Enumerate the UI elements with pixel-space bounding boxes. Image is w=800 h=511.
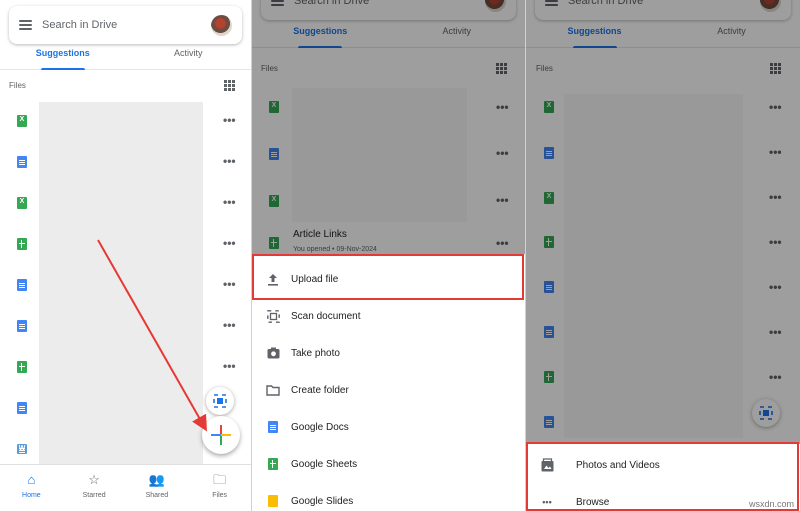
upload-menu-panel: Search in Drive Suggestions Activity Fil… [526, 0, 800, 511]
folder-icon: 🗀 [213, 472, 227, 487]
watermark: wsxdn.com [748, 499, 794, 509]
modal-scrim[interactable] [526, 0, 800, 444]
nav-starred[interactable]: ☆ Starred [63, 465, 126, 511]
highlight-upload-file [252, 254, 524, 300]
nav-files[interactable]: 🗀 Files [188, 465, 251, 511]
google-sheets-icon [266, 457, 280, 471]
menu-item-google-docs[interactable]: Google Docs [252, 409, 525, 445]
folder-icon [266, 383, 280, 397]
menu-item-google-slides[interactable]: Google Slides [252, 483, 525, 511]
shared-icon: 👥 [148, 472, 165, 487]
menu-item-scan-document[interactable]: Scan document [252, 298, 525, 334]
drive-home-panel: Search in Drive Suggestions Activity Fil… [0, 0, 251, 511]
modal-scrim[interactable] [252, 0, 525, 254]
red-arrow-annotation [97, 239, 207, 432]
google-docs-icon [266, 420, 280, 434]
bottom-navigation: ⌂ Home ☆ Starred 👥 Shared 🗀 Files [0, 464, 251, 511]
menu-item-take-photo[interactable]: Take photo [252, 335, 525, 371]
menu-item-google-sheets[interactable]: Google Sheets [252, 446, 525, 482]
camera-icon [266, 346, 280, 360]
nav-home[interactable]: ⌂ Home [0, 465, 63, 511]
star-icon: ☆ [88, 472, 100, 487]
new-menu-panel: Search in Drive Suggestions Activity Fil… [252, 0, 525, 511]
scan-icon [266, 309, 280, 323]
home-icon: ⌂ [27, 472, 36, 487]
nav-shared[interactable]: 👥 Shared [126, 465, 189, 511]
google-slides-icon [266, 494, 280, 508]
menu-item-create-folder[interactable]: Create folder [252, 372, 525, 408]
